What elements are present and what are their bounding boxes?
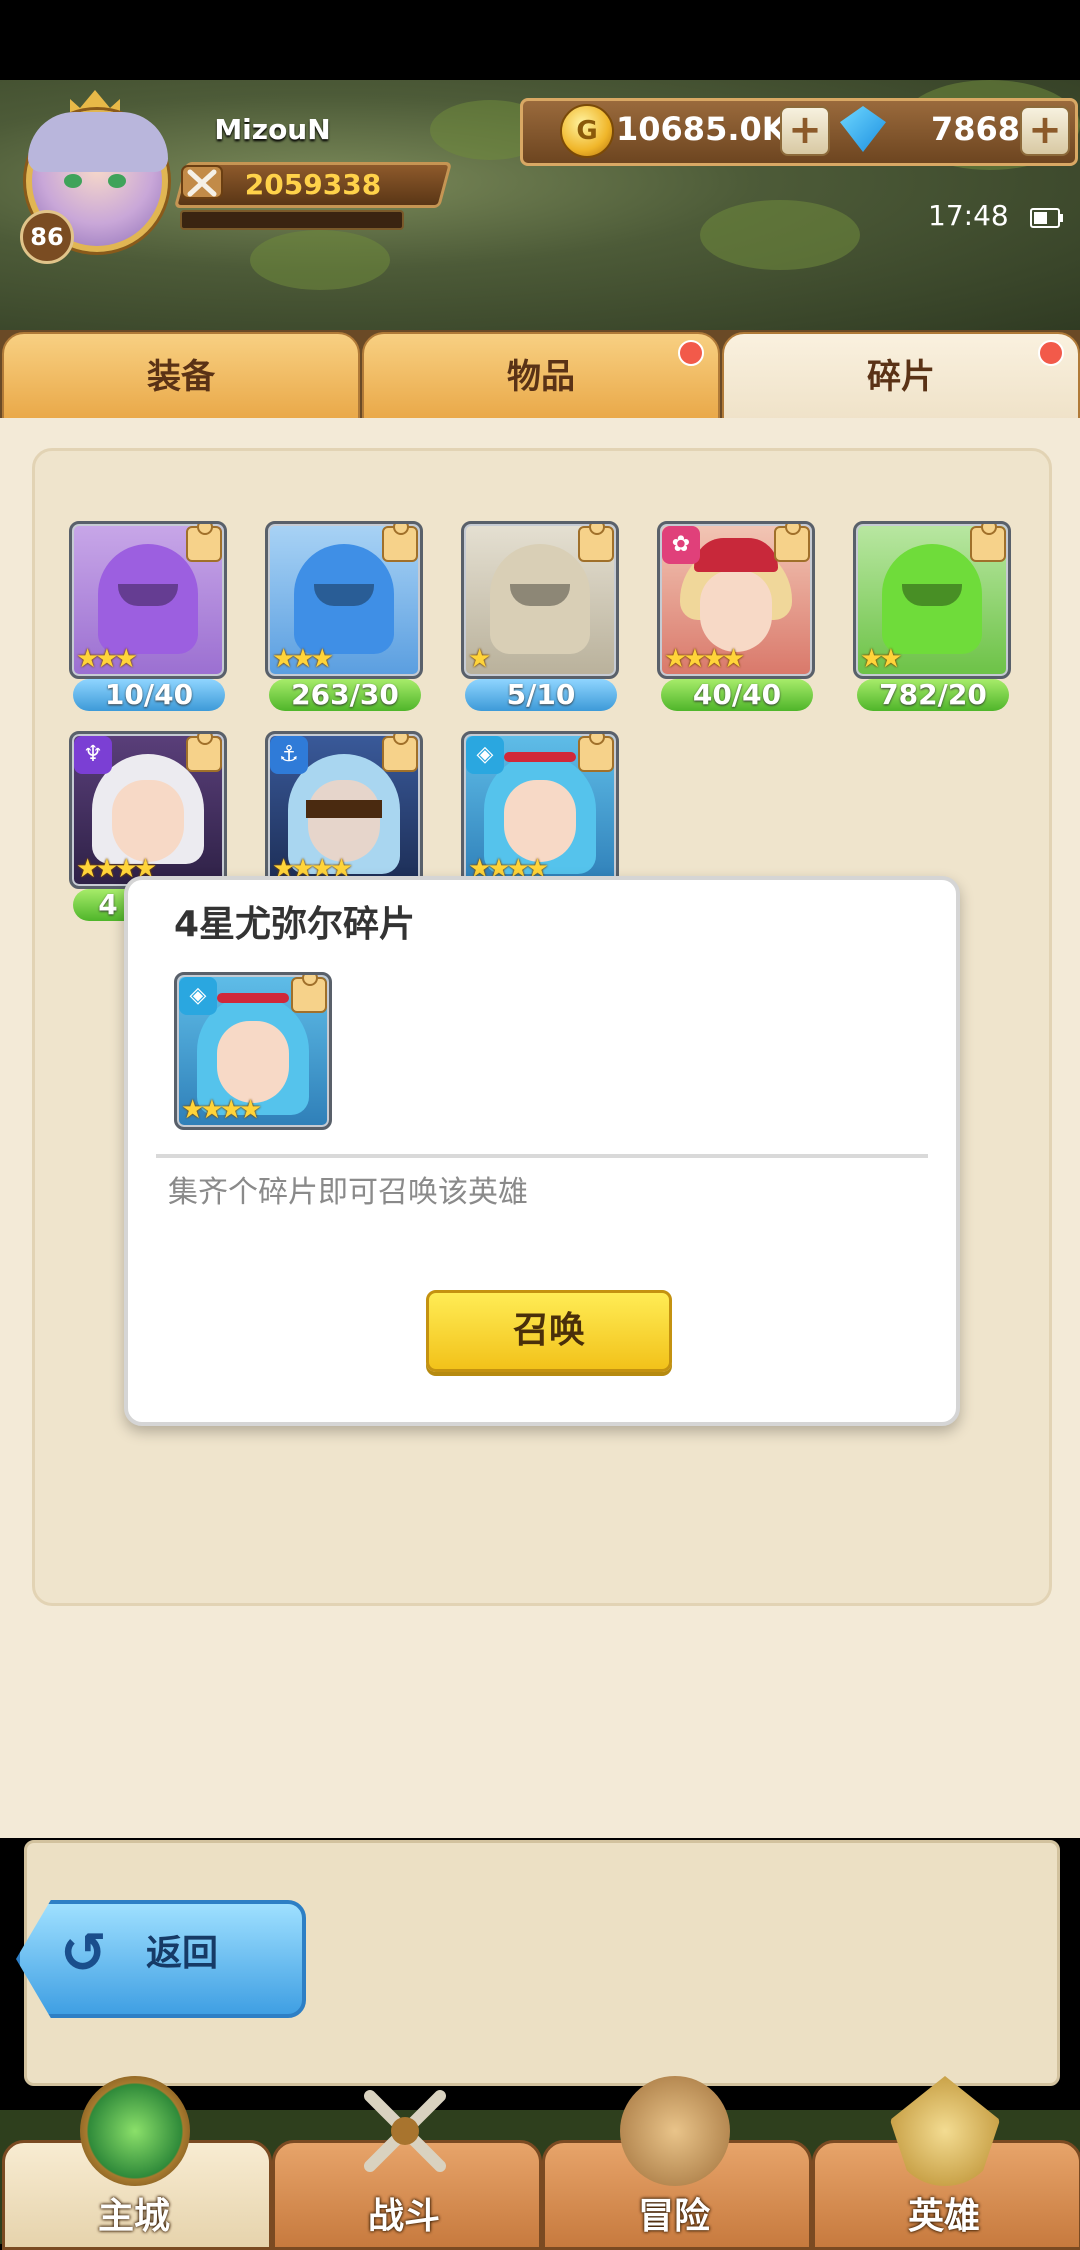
star-rating: ★★ [860,644,903,674]
anchor-class-icon: ⚓ [270,736,308,774]
fragment-count: 5/10 [465,679,617,711]
gold-coin-icon: G [560,104,614,158]
adventure-map-icon [620,2076,730,2186]
summon-button[interactable]: 召唤 [426,1290,672,1372]
puzzle-piece-icon [382,734,418,772]
lotus-class-icon: ✿ [662,526,700,564]
add-gold-button[interactable]: + [780,106,830,156]
dialog-divider [156,1154,928,1158]
puzzle-piece-icon [970,524,1006,562]
castle-emblem-icon [80,2076,190,2186]
star-rating: ★★★ [76,644,138,674]
notification-dot [678,340,704,366]
battery-icon [1030,208,1063,228]
fragment-card: ⚓ ★★★★ [265,731,423,889]
fragment-item[interactable]: ★★ 782/20 [853,521,1011,711]
fragment-card: ★★ [853,521,1011,679]
player-name-plate: MizouN 2059338 [150,110,453,230]
dialog-hero-card: ◈ ★★★★ [174,972,332,1130]
water-class-icon: ◈ [179,977,217,1015]
fragment-count: 40/40 [661,679,813,711]
inventory-tabs: 装备 物品 碎片 [0,330,1080,422]
return-arrow-icon: ↺ [60,1921,107,1986]
helmet-icon [98,544,198,654]
fragment-item[interactable]: ★ 5/10 [461,521,619,711]
fragment-card: ✿ ★★★★ [657,521,815,679]
player-level-badge: 86 [20,210,74,264]
fragment-count: 10/40 [73,679,225,711]
fragment-item[interactable]: ★★★ 263/30 [265,521,423,711]
star-rating: ★★★★ [664,644,745,674]
puzzle-piece-icon [578,734,614,772]
fragment-count: 782/20 [857,679,1009,711]
helmet-icon [294,544,394,654]
tab-fragments[interactable]: 碎片 [722,332,1080,422]
fragment-item[interactable]: ⚓ ★★★★ [265,731,423,895]
back-button-label: 返回 [146,1933,219,1974]
helmet-icon [490,544,590,654]
puzzle-piece-icon [774,524,810,562]
dialog-title: 4星尤弥尔碎片 [174,904,416,945]
fragment-item[interactable]: ★★★ 10/40 [69,521,227,711]
dialog-description: 集齐个碎片即可召唤该英雄 [168,1175,528,1210]
fragment-card: ♆ ★★★★ [69,731,227,889]
puzzle-piece-icon [186,734,222,772]
gem-amount: 7868 [930,110,1020,148]
fragment-detail-dialog: 4星尤弥尔碎片 ◈ ★★★★ 集齐个碎片即可召唤该英雄 召唤 [124,876,960,1426]
gold-amount: 10685.0K [616,110,787,148]
tab-fragments-label: 碎片 [867,357,935,397]
clock-time: 17:48 [928,199,1009,232]
nav-battle-label: 战斗 [367,2196,440,2237]
horned-class-icon: ♆ [74,736,112,774]
system-status-bar [0,0,1080,80]
experience-bar [180,210,404,230]
fragment-count: 263/30 [269,679,421,711]
puzzle-piece-icon [578,524,614,562]
tab-items[interactable]: 物品 [362,332,720,422]
fragment-card: ★ [461,521,619,679]
puzzle-piece-icon [382,524,418,562]
nav-heroes-label: 英雄 [907,2196,980,2237]
tab-equipment-label: 装备 [147,357,215,397]
puzzle-piece-icon [186,524,222,562]
hero-crest-icon [890,2076,1000,2186]
nav-adventure-label: 冒险 [637,2196,710,2237]
add-gems-button[interactable]: + [1020,106,1070,156]
tab-equipment[interactable]: 装备 [2,332,360,422]
helmet-icon [882,544,982,654]
star-rating: ★★★★ [181,1095,262,1125]
fragment-card: ★★★ [69,521,227,679]
puzzle-piece-icon [291,975,327,1013]
fragment-card: ◈ ★★★★ [461,731,619,889]
tab-items-label: 物品 [507,357,575,397]
crossed-swords-icon [350,2076,460,2186]
fragment-item[interactable]: ✿ ★★★★ 40/40 [657,521,815,711]
crossed-swords-power-icon [181,165,223,199]
water-class-icon: ◈ [466,736,504,774]
fragment-card: ★★★ [265,521,423,679]
fragment-item[interactable]: ◈ ★★★★ [461,731,619,895]
player-name: MizouN [214,113,331,146]
star-rating: ★ [468,644,491,674]
star-rating: ★★★ [272,644,334,674]
notification-dot [1038,340,1064,366]
fragment-item[interactable]: ♆ ★★★★ 4 [69,731,227,921]
nav-main-city-label: 主城 [97,2196,170,2237]
